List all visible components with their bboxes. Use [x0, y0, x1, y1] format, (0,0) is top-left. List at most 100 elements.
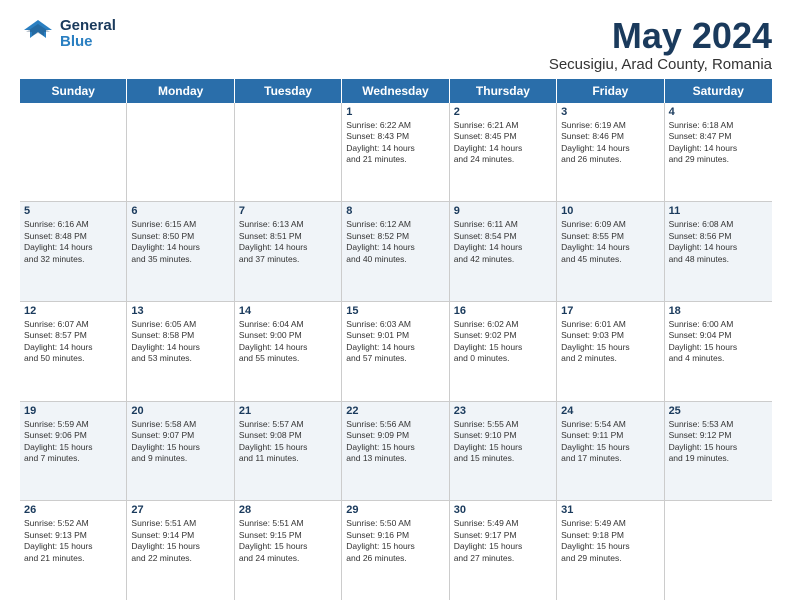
cell-content: Sunrise: 6:02 AMSunset: 9:02 PMDaylight:…	[454, 319, 552, 365]
page: General Blue May 2024 Secusigiu, Arad Co…	[0, 0, 792, 612]
day-number: 4	[669, 106, 768, 118]
day-number: 21	[239, 405, 337, 417]
cal-cell-empty-4-6	[665, 501, 772, 600]
day-number: 3	[561, 106, 659, 118]
cal-cell-10: 10 Sunrise: 6:09 AMSunset: 8:55 PMDayligh…	[557, 202, 664, 301]
cell-content: Sunrise: 5:55 AMSunset: 9:10 PMDaylight:…	[454, 419, 552, 465]
day-number: 9	[454, 205, 552, 217]
cell-content: Sunrise: 5:52 AMSunset: 9:13 PMDaylight:…	[24, 518, 122, 564]
day-number: 19	[24, 405, 122, 417]
cell-content: Sunrise: 6:19 AMSunset: 8:46 PMDaylight:…	[561, 120, 659, 166]
header: General Blue May 2024 Secusigiu, Arad Co…	[20, 16, 772, 73]
cal-cell-empty-0-0	[20, 103, 127, 202]
cal-cell-31: 31Sunrise: 5:49 AMSunset: 9:18 PMDayligh…	[557, 501, 664, 600]
calendar-body: 1Sunrise: 6:22 AMSunset: 8:43 PMDaylight…	[20, 103, 772, 600]
cal-cell-8: 8 Sunrise: 6:12 AMSunset: 8:52 PMDaylight…	[342, 202, 449, 301]
cal-cell-5: 5 Sunrise: 6:16 AMSunset: 8:48 PMDaylight…	[20, 202, 127, 301]
cal-cell-7: 7 Sunrise: 6:13 AMSunset: 8:51 PMDaylight…	[235, 202, 342, 301]
cell-content: Sunrise: 6:03 AMSunset: 9:01 PMDaylight:…	[346, 319, 444, 365]
day-number: 6	[131, 205, 229, 217]
calendar-row-4: 19 Sunrise: 5:59 AMSunset: 9:06 PMDayligh…	[20, 402, 772, 502]
day-number: 24	[561, 405, 659, 417]
logo-blue-text: Blue	[60, 34, 116, 51]
cal-cell-22: 22 Sunrise: 5:56 AMSunset: 9:09 PMDayligh…	[342, 402, 449, 501]
cell-content: Sunrise: 5:53 AMSunset: 9:12 PMDaylight:…	[669, 419, 768, 465]
calendar: SundayMondayTuesdayWednesdayThursdayFrid…	[20, 79, 772, 600]
cal-cell-9: 9 Sunrise: 6:11 AMSunset: 8:54 PMDaylight…	[450, 202, 557, 301]
cal-cell-19: 19 Sunrise: 5:59 AMSunset: 9:06 PMDayligh…	[20, 402, 127, 501]
subtitle: Secusigiu, Arad County, Romania	[549, 56, 772, 73]
calendar-row-5: 26 Sunrise: 5:52 AMSunset: 9:13 PMDayligh…	[20, 501, 772, 600]
cell-content: Sunrise: 6:00 AMSunset: 9:04 PMDaylight:…	[669, 319, 768, 365]
day-number: 5	[24, 205, 122, 217]
cell-content: Sunrise: 6:21 AMSunset: 8:45 PMDaylight:…	[454, 120, 552, 166]
weekday-header-thursday: Thursday	[450, 79, 557, 103]
cell-content: Sunrise: 5:51 AMSunset: 9:15 PMDaylight:…	[239, 518, 337, 564]
day-number: 10	[561, 205, 659, 217]
cal-cell-27: 27Sunrise: 5:51 AMSunset: 9:14 PMDayligh…	[127, 501, 234, 600]
cell-content: Sunrise: 6:09 AMSunset: 8:55 PMDaylight:…	[561, 219, 659, 265]
day-number: 12	[24, 305, 122, 317]
calendar-row-2: 5 Sunrise: 6:16 AMSunset: 8:48 PMDaylight…	[20, 202, 772, 302]
cal-cell-1: 1Sunrise: 6:22 AMSunset: 8:43 PMDaylight…	[342, 103, 449, 202]
day-number: 18	[669, 305, 768, 317]
cal-cell-30: 30 Sunrise: 5:49 AMSunset: 9:17 PMDayligh…	[450, 501, 557, 600]
cell-content: Sunrise: 5:50 AMSunset: 9:16 PMDaylight:…	[346, 518, 444, 564]
calendar-row-1: 1Sunrise: 6:22 AMSunset: 8:43 PMDaylight…	[20, 103, 772, 203]
cal-cell-20: 20Sunrise: 5:58 AMSunset: 9:07 PMDayligh…	[127, 402, 234, 501]
cal-cell-empty-0-2	[235, 103, 342, 202]
day-number: 14	[239, 305, 337, 317]
cell-content: Sunrise: 6:11 AMSunset: 8:54 PMDaylight:…	[454, 219, 552, 265]
day-number: 2	[454, 106, 552, 118]
weekday-header-tuesday: Tuesday	[235, 79, 342, 103]
day-number: 22	[346, 405, 444, 417]
day-number: 29	[346, 504, 444, 516]
weekday-header-monday: Monday	[127, 79, 234, 103]
cell-content: Sunrise: 6:01 AMSunset: 9:03 PMDaylight:…	[561, 319, 659, 365]
day-number: 26	[24, 504, 122, 516]
day-number: 28	[239, 504, 337, 516]
day-number: 30	[454, 504, 552, 516]
day-number: 7	[239, 205, 337, 217]
day-number: 15	[346, 305, 444, 317]
cal-cell-empty-0-1	[127, 103, 234, 202]
weekday-header-saturday: Saturday	[665, 79, 772, 103]
cal-cell-2: 2 Sunrise: 6:21 AMSunset: 8:45 PMDaylight…	[450, 103, 557, 202]
cell-content: Sunrise: 5:49 AMSunset: 9:17 PMDaylight:…	[454, 518, 552, 564]
logo: General Blue	[20, 16, 116, 52]
cal-cell-24: 24 Sunrise: 5:54 AMSunset: 9:11 PMDayligh…	[557, 402, 664, 501]
cell-content: Sunrise: 6:08 AMSunset: 8:56 PMDaylight:…	[669, 219, 768, 265]
weekday-header-wednesday: Wednesday	[342, 79, 449, 103]
cell-content: Sunrise: 6:07 AMSunset: 8:57 PMDaylight:…	[24, 319, 122, 365]
cal-cell-28: 28 Sunrise: 5:51 AMSunset: 9:15 PMDayligh…	[235, 501, 342, 600]
cell-content: Sunrise: 6:12 AMSunset: 8:52 PMDaylight:…	[346, 219, 444, 265]
cell-content: Sunrise: 6:04 AMSunset: 9:00 PMDaylight:…	[239, 319, 337, 365]
weekday-header-sunday: Sunday	[20, 79, 127, 103]
day-number: 8	[346, 205, 444, 217]
calendar-header: SundayMondayTuesdayWednesdayThursdayFrid…	[20, 79, 772, 103]
cal-cell-4: 4Sunrise: 6:18 AMSunset: 8:47 PMDaylight…	[665, 103, 772, 202]
cell-content: Sunrise: 5:58 AMSunset: 9:07 PMDaylight:…	[131, 419, 229, 465]
cal-cell-23: 23Sunrise: 5:55 AMSunset: 9:10 PMDayligh…	[450, 402, 557, 501]
calendar-row-3: 12 Sunrise: 6:07 AMSunset: 8:57 PMDayligh…	[20, 302, 772, 402]
cell-content: Sunrise: 6:16 AMSunset: 8:48 PMDaylight:…	[24, 219, 122, 265]
cell-content: Sunrise: 6:13 AMSunset: 8:51 PMDaylight:…	[239, 219, 337, 265]
cal-cell-3: 3 Sunrise: 6:19 AMSunset: 8:46 PMDaylight…	[557, 103, 664, 202]
cell-content: Sunrise: 5:59 AMSunset: 9:06 PMDaylight:…	[24, 419, 122, 465]
day-number: 27	[131, 504, 229, 516]
cal-cell-26: 26 Sunrise: 5:52 AMSunset: 9:13 PMDayligh…	[20, 501, 127, 600]
day-number: 16	[454, 305, 552, 317]
cal-cell-18: 18 Sunrise: 6:00 AMSunset: 9:04 PMDayligh…	[665, 302, 772, 401]
cell-content: Sunrise: 5:54 AMSunset: 9:11 PMDaylight:…	[561, 419, 659, 465]
day-number: 13	[131, 305, 229, 317]
cell-content: Sunrise: 5:56 AMSunset: 9:09 PMDaylight:…	[346, 419, 444, 465]
logo-icon	[20, 16, 56, 52]
cal-cell-17: 17Sunrise: 6:01 AMSunset: 9:03 PMDayligh…	[557, 302, 664, 401]
cal-cell-29: 29 Sunrise: 5:50 AMSunset: 9:16 PMDayligh…	[342, 501, 449, 600]
logo-general-text: General	[60, 18, 116, 35]
day-number: 1	[346, 106, 444, 118]
cal-cell-25: 25Sunrise: 5:53 AMSunset: 9:12 PMDayligh…	[665, 402, 772, 501]
title-block: May 2024 Secusigiu, Arad County, Romania	[549, 16, 772, 73]
cell-content: Sunrise: 5:57 AMSunset: 9:08 PMDaylight:…	[239, 419, 337, 465]
cal-cell-14: 14 Sunrise: 6:04 AMSunset: 9:00 PMDayligh…	[235, 302, 342, 401]
